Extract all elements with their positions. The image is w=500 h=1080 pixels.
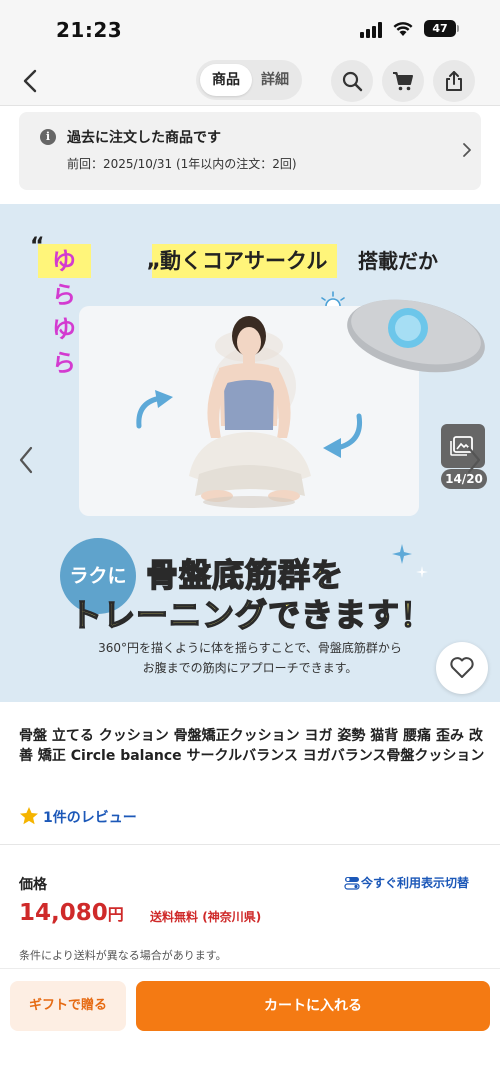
price-value: 14,080 — [19, 900, 108, 926]
price-currency: 円 — [107, 905, 124, 924]
divider — [0, 844, 500, 845]
status-bar: 21:23 47 — [0, 0, 500, 56]
previous-order-title: 過去に注文した商品です — [67, 130, 221, 146]
bottom-action-bar: ギフトで贈る カートに入れる — [0, 968, 500, 1080]
add-to-cart-button[interactable]: カートに入れる — [136, 981, 490, 1031]
previous-order-detail: 前回：2025/10/31 (1年以内の注文：2回) — [67, 157, 297, 171]
search-button[interactable] — [331, 60, 373, 102]
tab-product[interactable]: 商品 — [200, 64, 252, 96]
share-button[interactable] — [433, 60, 475, 102]
back-icon[interactable] — [14, 64, 48, 98]
chevron-right-icon — [463, 143, 471, 157]
star-icon — [20, 807, 38, 825]
gift-button[interactable]: ギフトで贈る — [10, 981, 126, 1031]
cart-button[interactable] — [382, 60, 424, 102]
product-image-carousel[interactable]: “ ゆらゆら 動くコアサークル 搭載だか ” — [0, 204, 500, 702]
hero-description: 360°円を描くように体を揺らすことで、骨盤底筋群から お腹までの筋肉にアプロー… — [0, 638, 500, 678]
hero-headline-text: 動くコアサークル — [152, 244, 338, 278]
hero-description-line-2: お腹までの筋肉にアプローチできます。 — [142, 661, 358, 675]
cellular-signal-icon — [360, 22, 386, 38]
hero-big-line-2: トレーニングできます！ — [69, 595, 434, 635]
shipping-info: 送料無料 (神奈川県) — [150, 908, 261, 925]
shipping-region: (神奈川県) — [202, 910, 262, 924]
hero-description-line-1: 360°円を描くように体を揺らすことで、骨盤底筋群から — [98, 641, 402, 655]
search-icon — [342, 71, 363, 92]
share-icon — [446, 71, 462, 91]
shipping-free: 送料無料 — [150, 910, 199, 924]
hero-highlight: ゆらゆら — [38, 244, 91, 377]
toggle-icon — [344, 877, 360, 890]
wifi-icon — [393, 22, 413, 36]
hero-headline-tail: 搭載だか — [358, 249, 438, 273]
shipping-note: 条件により送料が異なる場合があります。 — [19, 949, 227, 962]
price-label: 価格 — [19, 877, 47, 893]
product-title: 骨盤 立てる クッション 骨盤矯正クッション ヨガ 姿勢 猫背 腰痛 歪み 改善… — [19, 728, 485, 764]
previous-order-card[interactable]: i 過去に注文した商品です 前回：2025/10/31 (1年以内の注文：2回) — [19, 112, 481, 190]
tab-details[interactable]: 詳細 — [252, 64, 298, 96]
segment-control: 商品 詳細 — [196, 60, 302, 100]
favorite-button[interactable] — [436, 642, 488, 694]
battery-tip — [457, 25, 459, 32]
top-nav: 商品 詳細 — [0, 56, 500, 106]
sparkle-icon — [392, 544, 428, 578]
heart-icon — [450, 657, 474, 678]
chevron-right-icon[interactable] — [462, 440, 486, 480]
review-count: 1件のレビュー — [43, 810, 137, 826]
price: 14,080円 — [19, 900, 124, 926]
display-switch-label: 今すぐ利用表示切替 — [361, 876, 470, 890]
chevron-left-icon[interactable] — [14, 440, 38, 480]
quote-close: ” — [146, 260, 161, 285]
cart-icon — [393, 72, 413, 91]
info-icon: i — [40, 129, 56, 145]
battery-icon: 47 — [424, 20, 456, 37]
cushion-image — [347, 299, 485, 373]
status-time: 21:23 — [56, 18, 123, 42]
